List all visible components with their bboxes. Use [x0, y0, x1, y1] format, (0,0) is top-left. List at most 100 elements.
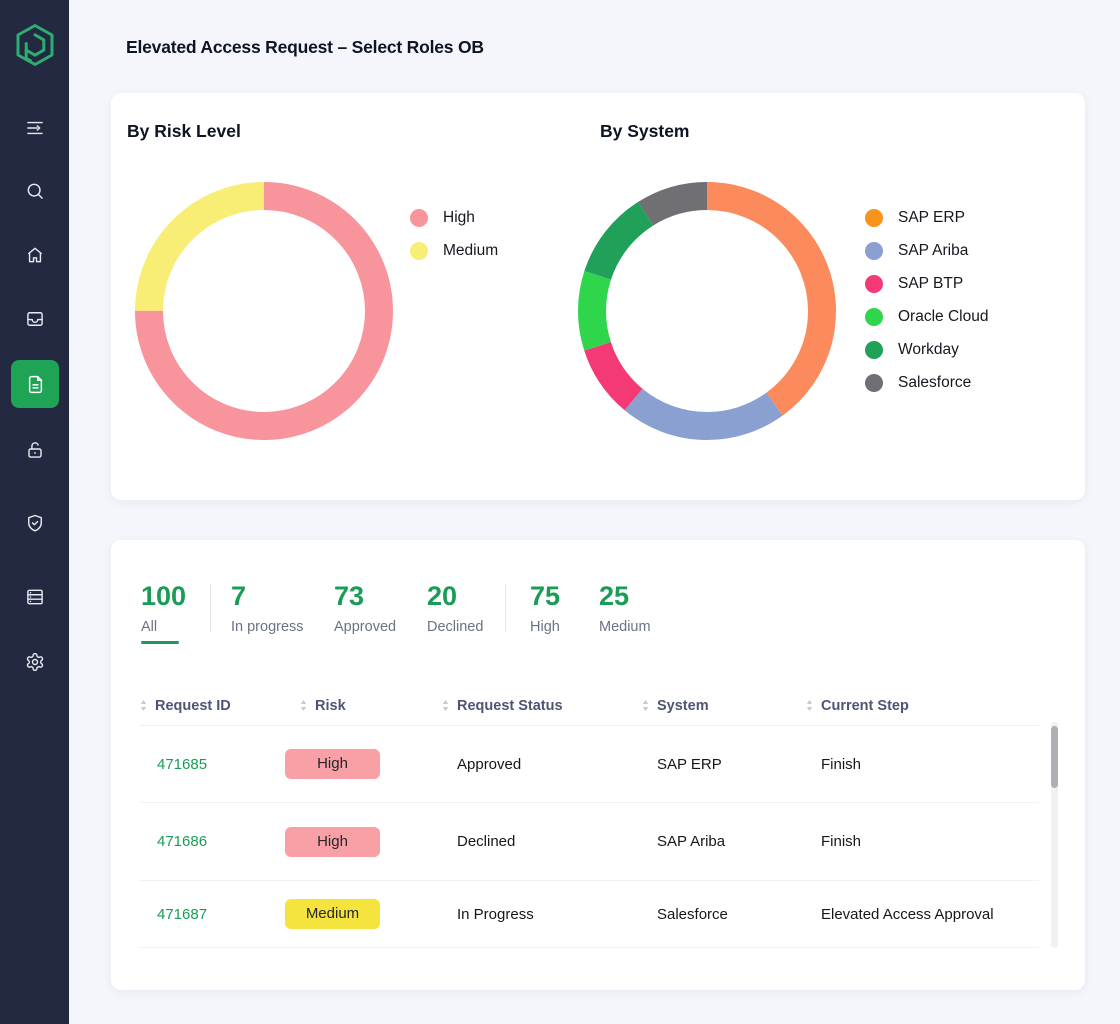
stat-value: 73 — [334, 582, 396, 610]
stat-filter-medium[interactable]: 25Medium — [599, 582, 651, 635]
legend-label: SAP BTP — [898, 275, 963, 293]
risk-donut-chart — [134, 181, 394, 441]
stats-divider — [210, 584, 211, 632]
sidebar-item-inbox[interactable] — [11, 295, 59, 343]
stat-filter-approved[interactable]: 73Approved — [334, 582, 396, 635]
column-header-request-id[interactable]: Request ID — [139, 686, 299, 725]
sidebar — [0, 0, 69, 1024]
lock-open-icon — [25, 440, 45, 460]
stat-value: 7 — [231, 582, 304, 610]
table-body: 471685HighApprovedSAP ERPFinish471686Hig… — [139, 726, 1039, 948]
main-content: Elevated Access Request – Select Roles O… — [69, 0, 1120, 1024]
stat-label: Medium — [599, 619, 651, 635]
legend-label: Salesforce — [898, 374, 971, 392]
system-donut-chart — [577, 181, 837, 441]
legend-item-medium[interactable]: Medium — [410, 234, 498, 267]
column-label: Request Status — [457, 698, 563, 714]
app-logo[interactable] — [12, 22, 58, 68]
sidebar-item-settings[interactable] — [11, 638, 59, 686]
stats-row: 100 All 7 In progress 73Approved 20 Declined 75… — [141, 540, 1085, 660]
sidebar-item-lock[interactable] — [11, 426, 59, 474]
request-id-link[interactable]: 471685 — [139, 726, 299, 802]
stat-filter-all[interactable]: 100 All — [141, 582, 186, 644]
charts-card: By Risk Level By System High Medium SAP E… — [111, 93, 1085, 500]
column-label: System — [657, 698, 709, 714]
legend-dot — [410, 209, 428, 227]
sort-icon — [805, 699, 814, 712]
sidebar-item-documents[interactable] — [11, 360, 59, 408]
column-label: Current Step — [821, 698, 909, 714]
table-row[interactable]: 471686HighDeclinedSAP AribaFinish — [139, 803, 1039, 881]
legend-item-sap-erp[interactable]: SAP ERP — [865, 201, 988, 234]
column-header-current-step[interactable]: Current Step — [805, 686, 1039, 725]
request-status-cell: In Progress — [441, 881, 641, 947]
legend-dot — [865, 341, 883, 359]
stat-label: In progress — [231, 619, 304, 635]
current-step-cell: Finish — [805, 726, 1039, 802]
sidebar-item-menu[interactable] — [11, 104, 59, 152]
page-title: Elevated Access Request – Select Roles O… — [126, 37, 484, 58]
sidebar-item-search[interactable] — [11, 167, 59, 215]
column-header-request-status[interactable]: Request Status — [441, 686, 641, 725]
stats-divider — [505, 584, 506, 632]
request-status-cell: Approved — [441, 726, 641, 802]
stat-value: 100 — [141, 582, 186, 610]
risk-cell: High — [299, 726, 441, 802]
legend-item-salesforce[interactable]: Salesforce — [865, 366, 988, 399]
sort-icon — [139, 699, 148, 712]
sort-icon — [299, 699, 308, 712]
column-label: Risk — [315, 698, 346, 714]
scrollbar-track[interactable] — [1051, 722, 1058, 948]
risk-badge: High — [285, 827, 380, 857]
table-row[interactable]: 471685HighApprovedSAP ERPFinish — [139, 726, 1039, 803]
system-cell: SAP Ariba — [641, 803, 805, 880]
table-row[interactable]: 471687Medium In ProgressSalesforceElevate… — [139, 881, 1039, 948]
risk-badge: Medium — [285, 899, 380, 929]
legend-label: SAP ERP — [898, 209, 965, 227]
legend-dot — [410, 242, 428, 260]
stat-filter-high[interactable]: 75 High — [530, 582, 560, 635]
chart-title-system: By System — [600, 121, 690, 142]
system-cell: SAP ERP — [641, 726, 805, 802]
column-header-risk[interactable]: Risk — [299, 686, 441, 725]
current-step-cell: Elevated Access Approval — [805, 881, 1039, 947]
request-id-link[interactable]: 471687 — [139, 881, 299, 947]
legend-label: SAP Ariba — [898, 242, 968, 260]
legend-item-high[interactable]: High — [410, 201, 498, 234]
stat-value: 20 — [427, 582, 483, 610]
legend-item-sap-btp[interactable]: SAP BTP — [865, 267, 988, 300]
sidebar-item-home[interactable] — [11, 231, 59, 279]
column-header-system[interactable]: System — [641, 686, 805, 725]
chart-title-risk: By Risk Level — [127, 121, 241, 142]
legend-dot — [865, 275, 883, 293]
search-icon — [25, 181, 45, 201]
home-icon — [25, 245, 45, 265]
legend-dot — [865, 242, 883, 260]
stat-filter-in-progress[interactable]: 7 In progress — [231, 582, 304, 635]
legend-dot — [865, 308, 883, 326]
legend-dot — [865, 374, 883, 392]
sidebar-item-server[interactable] — [11, 573, 59, 621]
legend-label: Medium — [443, 242, 498, 260]
stat-label: All — [141, 619, 186, 635]
stat-label: High — [530, 619, 560, 635]
system-cell: Salesforce — [641, 881, 805, 947]
request-status-cell: Declined — [441, 803, 641, 880]
requests-card: 100All7In progress73Approved20Declined75… — [111, 540, 1085, 990]
column-label: Request ID — [155, 698, 231, 714]
sidebar-item-shield[interactable] — [11, 499, 59, 547]
legend-label: High — [443, 209, 475, 227]
legend-dot — [865, 209, 883, 227]
risk-cell: High — [299, 803, 441, 880]
request-id-link[interactable]: 471686 — [139, 803, 299, 880]
legend-item-sap-ariba[interactable]: SAP Ariba — [865, 234, 988, 267]
legend-item-oracle-cloud[interactable]: Oracle Cloud — [865, 300, 988, 333]
system-legend: SAP ERP SAP Ariba SAP BTP Oracle CloudWorkd… — [865, 201, 988, 399]
requests-table: Request ID Risk Request Status System Curren… — [139, 686, 1039, 948]
stat-filter-declined[interactable]: 20 Declined — [427, 582, 483, 635]
stat-label: Declined — [427, 619, 483, 635]
stat-value: 75 — [530, 582, 560, 610]
scrollbar-thumb[interactable] — [1051, 726, 1058, 788]
sort-icon — [641, 699, 650, 712]
legend-item-workday[interactable]: Workday — [865, 333, 988, 366]
